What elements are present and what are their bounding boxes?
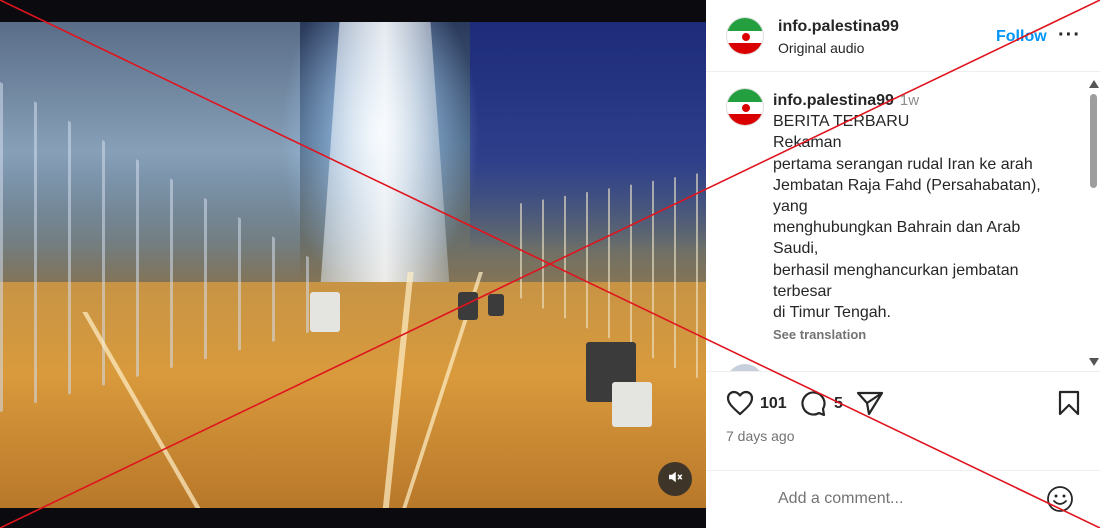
paper-plane-icon[interactable]: [856, 390, 884, 421]
caption-line: BERITA TERBARU: [773, 113, 910, 131]
more-options-button[interactable]: ···: [1058, 24, 1081, 47]
see-translation-link[interactable]: See translation: [773, 324, 1073, 345]
video-frame-car: [458, 292, 478, 320]
avatar[interactable]: [726, 88, 764, 126]
scroll-up-arrow-icon[interactable]: [1089, 80, 1099, 88]
post-author-name[interactable]: info.palestina99: [778, 18, 899, 36]
comment-count[interactable]: 5: [834, 395, 843, 413]
caption-line: berhasil menghancurkan jembatan: [773, 261, 1019, 279]
scroll-down-arrow-icon[interactable]: [1089, 358, 1099, 366]
add-comment-input[interactable]: [778, 487, 1028, 511]
emoji-smiley-icon[interactable]: [1046, 485, 1074, 518]
like-count[interactable]: 101: [760, 395, 787, 413]
add-comment-bar: [706, 470, 1100, 528]
bookmark-icon[interactable]: [1058, 390, 1080, 421]
caption-line: Rekaman: [773, 134, 842, 152]
video-frame-car: [310, 292, 340, 332]
avatar[interactable]: [726, 364, 764, 371]
post-header: info.palestina99 Original audio Follow ·…: [706, 0, 1100, 72]
comment-bubble-icon[interactable]: [799, 390, 826, 422]
caption-line: menghubungkan Bahrain dan Arab: [773, 219, 1021, 237]
caption-line: terbesar: [773, 282, 832, 300]
follow-button[interactable]: Follow: [996, 28, 1047, 46]
video-frame-bridge-tower: [320, 22, 450, 292]
comments-scrollbar[interactable]: [1088, 80, 1099, 370]
caption-line: Saudi,: [773, 240, 819, 258]
caption-timestamp[interactable]: 1w: [900, 92, 919, 109]
avatar[interactable]: [726, 17, 764, 55]
speaker-muted-icon: [666, 468, 684, 491]
scrollbar-thumb[interactable]: [1090, 94, 1097, 188]
caption-line: pertama serangan rudal Iran ke arah: [773, 155, 1033, 173]
heart-icon[interactable]: [726, 390, 754, 421]
audio-label[interactable]: Original audio: [778, 40, 864, 56]
post-actions: 101 5 7 days ago: [706, 372, 1100, 468]
post-side-panel: info.palestina99 Original audio Follow ·…: [706, 0, 1100, 528]
post-caption: info.palestina99 1w BERITA TERBARU Rekama…: [773, 90, 1073, 345]
caption-author-name[interactable]: info.palestina99: [773, 92, 894, 109]
media-pane: [0, 0, 706, 528]
mute-button[interactable]: [658, 462, 692, 496]
post-date[interactable]: 7 days ago: [726, 428, 795, 444]
video-frame-car: [488, 294, 504, 316]
caption-line: Jembatan Raja Fahd (Persahabatan),: [773, 176, 1041, 194]
comments-section: info.palestina99 1w BERITA TERBARU Rekama…: [706, 74, 1100, 372]
video-frame-car: [612, 382, 652, 427]
video-player[interactable]: [0, 22, 706, 508]
caption-line: yang: [773, 198, 808, 216]
caption-line: di Timur Tengah.: [773, 304, 891, 322]
